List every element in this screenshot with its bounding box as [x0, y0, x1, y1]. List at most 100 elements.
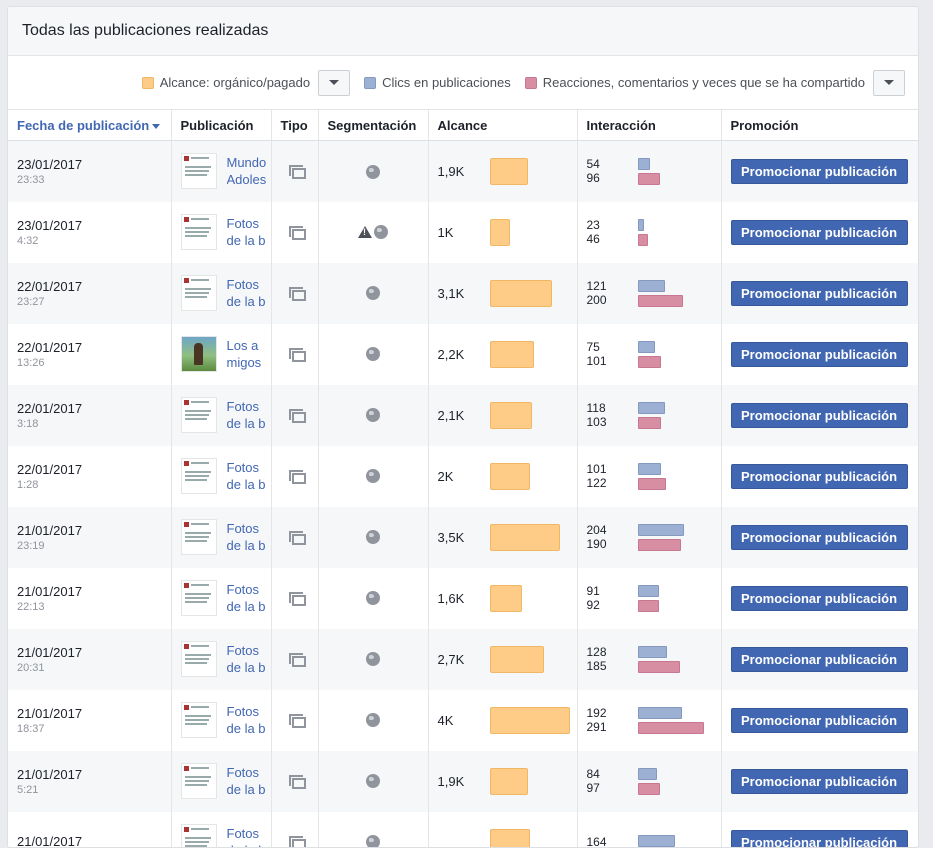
- post-title-link[interactable]: Fotos de la b: [227, 642, 269, 676]
- header-post[interactable]: Publicación: [171, 110, 271, 141]
- post-thumbnail[interactable]: [181, 458, 217, 494]
- reach-value: 2,1K: [438, 408, 490, 423]
- post-title-link[interactable]: Los a migos: [227, 337, 269, 371]
- globe-icon: [374, 225, 388, 239]
- post-title-link[interactable]: Fotos de la b: [227, 703, 269, 737]
- clicks-bar: [638, 402, 665, 414]
- reactions-swatch: [525, 77, 537, 89]
- promote-post-button[interactable]: Promocionar publicación: [731, 769, 908, 794]
- post-title-link[interactable]: Fotos de la b: [227, 215, 269, 249]
- post-title-link[interactable]: Fotos de la b: [227, 581, 269, 615]
- post-thumbnail[interactable]: [181, 397, 217, 433]
- table-row: 21/01/201718:37Fotos de la b4K192291Prom…: [8, 690, 918, 751]
- post-date: 21/01/2017: [17, 706, 171, 721]
- post-title-link[interactable]: Fotos de la b: [227, 764, 269, 798]
- promotion-cell: Promocionar publicación: [721, 751, 918, 812]
- promote-post-button[interactable]: Promocionar publicación: [731, 708, 908, 733]
- header-engagement[interactable]: Interacción: [577, 110, 721, 141]
- type-cell: [271, 629, 318, 690]
- globe-icon: [366, 591, 380, 605]
- post-date: 21/01/2017: [17, 834, 171, 848]
- album-icon: [289, 348, 305, 361]
- reach-cell: 1,6K: [428, 568, 577, 629]
- post-cell: Fotos de la b: [171, 385, 271, 446]
- post-thumbnail[interactable]: [181, 824, 217, 848]
- promote-post-button[interactable]: Promocionar publicación: [731, 647, 908, 672]
- header-type[interactable]: Tipo: [271, 110, 318, 141]
- album-icon: [289, 409, 305, 422]
- clicks-bar: [638, 646, 667, 658]
- promote-post-button[interactable]: Promocionar publicación: [731, 830, 908, 848]
- targeting-cell: [318, 629, 428, 690]
- table-row: 21/01/201720:31Fotos de la b2,7K128185Pr…: [8, 629, 918, 690]
- promote-post-button[interactable]: Promocionar publicación: [731, 281, 908, 306]
- clicks-bar: [638, 707, 682, 719]
- type-cell: [271, 568, 318, 629]
- clicks-value: 54: [587, 157, 638, 171]
- post-cell: Mundo Adoles: [171, 141, 271, 202]
- reach-metric-dropdown[interactable]: [318, 70, 350, 96]
- reach-cell: 2K: [428, 446, 577, 507]
- date-cell: 21/01/201723:19: [8, 507, 171, 568]
- legend-reactions-label: Reacciones, comentarios y veces que se h…: [543, 75, 865, 90]
- date-cell: 23/01/20174:32: [8, 202, 171, 263]
- promotion-cell: Promocionar publicación: [721, 507, 918, 568]
- post-thumbnail[interactable]: [181, 214, 217, 250]
- table-row: 23/01/201723:33Mundo Adoles1,9K5496Promo…: [8, 141, 918, 202]
- promote-post-button[interactable]: Promocionar publicación: [731, 525, 908, 550]
- post-thumbnail[interactable]: [181, 580, 217, 616]
- promote-post-button[interactable]: Promocionar publicación: [731, 159, 908, 184]
- post-thumbnail[interactable]: [181, 519, 217, 555]
- post-date: 23/01/2017: [17, 218, 171, 233]
- post-cell: Fotos de la b: [171, 202, 271, 263]
- table-row: 22/01/20171:28Fotos de la b2K101122Promo…: [8, 446, 918, 507]
- promote-post-button[interactable]: Promocionar publicación: [731, 220, 908, 245]
- post-thumbnail[interactable]: [181, 153, 217, 189]
- promotion-cell: Promocionar publicación: [721, 446, 918, 507]
- clicks-value: 128: [587, 645, 638, 659]
- promote-post-button[interactable]: Promocionar publicación: [731, 586, 908, 611]
- engagement-metric-dropdown[interactable]: [873, 70, 905, 96]
- post-thumbnail[interactable]: [181, 702, 217, 738]
- type-cell: [271, 263, 318, 324]
- post-title-link[interactable]: Fotos de la b: [227, 276, 269, 310]
- globe-icon: [366, 652, 380, 666]
- promote-post-button[interactable]: Promocionar publicación: [731, 403, 908, 428]
- promote-post-button[interactable]: Promocionar publicación: [731, 464, 908, 489]
- globe-icon: [366, 530, 380, 544]
- post-thumbnail[interactable]: [181, 275, 217, 311]
- post-title-link[interactable]: Fotos de la b: [227, 520, 269, 554]
- posts-panel: Todas las publicaciones realizadas Alcan…: [7, 6, 919, 848]
- header-date[interactable]: Fecha de publicación: [8, 110, 171, 141]
- post-thumbnail[interactable]: [181, 641, 217, 677]
- post-title-link[interactable]: Fotos de la b: [227, 459, 269, 493]
- post-cell: Fotos de la b: [171, 446, 271, 507]
- date-cell: 21/01/2017: [8, 812, 171, 848]
- post-title-link[interactable]: Mundo Adoles: [227, 154, 269, 188]
- album-icon: [289, 226, 305, 239]
- page-logo-icon: [184, 278, 189, 283]
- reach-value: 1K: [438, 225, 490, 240]
- post-title-link[interactable]: Fotos de la b: [227, 825, 269, 848]
- page-logo-icon: [184, 644, 189, 649]
- post-time: 20:31: [17, 662, 171, 674]
- reach-cell: 1K: [428, 202, 577, 263]
- chevron-down-icon: [329, 80, 339, 85]
- promote-post-button[interactable]: Promocionar publicación: [731, 342, 908, 367]
- album-icon: [289, 165, 305, 178]
- engagement-cell: 204190: [577, 507, 721, 568]
- clicks-value: 23: [587, 218, 638, 232]
- date-cell: 21/01/201722:13: [8, 568, 171, 629]
- post-date: 23/01/2017: [17, 157, 171, 172]
- post-thumbnail[interactable]: [181, 336, 217, 372]
- reach-bar: [490, 158, 528, 185]
- header-targeting[interactable]: Segmentación: [318, 110, 428, 141]
- reactions-bar: [638, 234, 648, 246]
- reactions-value: 101: [587, 354, 638, 368]
- header-reach[interactable]: Alcance: [428, 110, 577, 141]
- album-icon: [289, 836, 305, 848]
- type-cell: [271, 507, 318, 568]
- post-thumbnail[interactable]: [181, 763, 217, 799]
- post-title-link[interactable]: Fotos de la b: [227, 398, 269, 432]
- reach-cell: 1,9K: [428, 751, 577, 812]
